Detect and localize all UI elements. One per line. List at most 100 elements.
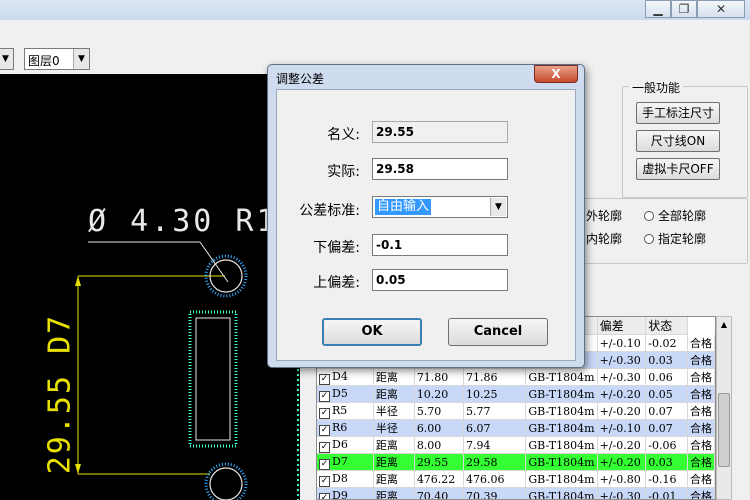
- column-header[interactable]: 偏差: [597, 317, 647, 335]
- cell-type: 距离: [373, 385, 415, 403]
- lower-deviation-field[interactable]: -0.1: [372, 234, 508, 256]
- table-row[interactable]: ✓ D4 距离 71.80 71.86 GB-T1804m +/-0.30 0.06 合格: [317, 368, 715, 386]
- minimize-icon: ▁: [653, 2, 663, 16]
- maximize-button[interactable]: ❐: [671, 0, 697, 18]
- cell-type: 半径: [373, 402, 415, 420]
- checkbox-icon[interactable]: ✓: [319, 407, 330, 419]
- cell-nominal: 29.55: [414, 453, 464, 471]
- actual-label: 实际:: [327, 164, 360, 180]
- radio-outer-label: 外轮廓: [586, 209, 623, 223]
- window-close-button[interactable]: ✕: [697, 0, 745, 18]
- row-id: D7: [332, 454, 348, 468]
- dialog-title: 调整公差: [276, 72, 325, 86]
- cell-std: GB-T1804m: [525, 436, 598, 454]
- minimize-button[interactable]: ▁: [645, 0, 671, 18]
- dimension-annotation: 29.55 D7: [40, 304, 80, 484]
- table-row[interactable]: ✓ D6 距离 8.00 7.94 GB-T1804m +/-0.20 -0.06 合格: [317, 436, 715, 454]
- tolerance-standard-select[interactable]: 自由输入 ▼: [372, 196, 508, 218]
- radio-specified-contour[interactable]: 指定轮廓: [644, 230, 706, 247]
- tolerance-standard-label: 公差标准:: [299, 203, 360, 219]
- row-id: D6: [332, 437, 348, 451]
- cell-actual: 7.94: [463, 436, 527, 454]
- row-id: R6: [332, 420, 348, 434]
- row-checkbox-cell[interactable]: ✓ D7: [317, 453, 374, 471]
- table-row[interactable]: ✓ D7 距离 29.55 29.58 GB-T1804m +/-0.20 0.03 合格: [317, 453, 715, 471]
- row-checkbox-cell[interactable]: ✓ D9: [317, 487, 374, 500]
- checkbox-icon[interactable]: ✓: [319, 458, 330, 470]
- cell-tol: +/-0.10: [597, 334, 647, 352]
- cell-actual: 476.06: [463, 470, 527, 488]
- checkbox-icon[interactable]: ✓: [319, 424, 330, 436]
- actual-field[interactable]: 29.58: [372, 158, 508, 180]
- row-checkbox-cell[interactable]: ✓ D5: [317, 385, 374, 403]
- maximize-icon: ❐: [678, 2, 690, 16]
- radio-dot: [644, 211, 654, 221]
- cell-type: 距离: [373, 453, 415, 471]
- cell-tol: +/-0.30: [597, 351, 647, 369]
- row-checkbox-cell[interactable]: ✓ R5: [317, 402, 374, 420]
- cell-tol: +/-0.10: [597, 419, 647, 437]
- radio-specified-label: 指定轮廓: [658, 232, 707, 246]
- cell-actual: 71.86: [463, 368, 527, 386]
- row-id: R5: [332, 403, 348, 417]
- table-row[interactable]: ✓ D9 距离 70.40 70.39 GB-T1804m +/-0.30 -0.01 合格: [317, 487, 715, 500]
- table-row[interactable]: ✓ D5 距离 10.20 10.25 GB-T1804m +/-0.20 0.05 合格: [317, 385, 715, 403]
- scroll-up-icon[interactable]: ▲: [717, 317, 731, 333]
- virtual-caliper-button[interactable]: 虚拟卡尺OFF: [636, 158, 720, 180]
- cell-type: 距离: [373, 368, 415, 386]
- checkbox-icon[interactable]: ✓: [319, 390, 330, 402]
- radio-inner-contour[interactable]: 内轮廓: [586, 230, 622, 247]
- table-row[interactable]: ✓ R5 半径 5.70 5.77 GB-T1804m +/-0.20 0.07 合格: [317, 402, 715, 420]
- ok-button[interactable]: OK: [322, 318, 422, 346]
- menu-area: [0, 20, 750, 44]
- cell-type: 距离: [373, 470, 415, 488]
- checkbox-icon[interactable]: ✓: [319, 475, 330, 487]
- toolbar-combo-left[interactable]: ▼: [0, 48, 14, 70]
- cell-status: 合格: [687, 470, 715, 488]
- table-row[interactable]: ✓ D8 距离 476.22 476.06 GB-T1804m +/-0.80 -0.16 合格: [317, 470, 715, 488]
- chevron-down-icon: ▼: [73, 49, 89, 69]
- toolbar: ▼ 图层0 ▼: [0, 44, 300, 74]
- cell-std: GB-T1804m: [525, 385, 598, 403]
- checkbox-icon[interactable]: ✓: [319, 492, 330, 499]
- layer-select[interactable]: 图层0 ▼: [24, 48, 90, 70]
- checkbox-icon[interactable]: ✓: [319, 373, 330, 385]
- cell-status: 合格: [687, 368, 715, 386]
- row-checkbox-cell[interactable]: ✓ D8: [317, 470, 374, 488]
- cad-canvas[interactable]: Ø 4.30 R1 29.55 D7: [0, 74, 300, 500]
- dimension-line-button[interactable]: 尺寸线ON: [636, 130, 720, 152]
- nominal-field: 29.55: [372, 121, 508, 143]
- cell-dev: 0.03: [645, 453, 688, 471]
- row-id: D4: [332, 369, 348, 383]
- cell-std: GB-T1804m: [525, 470, 598, 488]
- cell-nominal: 8.00: [414, 436, 464, 454]
- window-title-bar: [0, 0, 750, 20]
- dimension-annotation-text: 29.55 D7: [42, 313, 78, 475]
- cell-dev: -0.16: [645, 470, 688, 488]
- cell-tol: +/-0.20: [597, 402, 647, 420]
- cell-status: 合格: [687, 453, 715, 471]
- radio-all-contour[interactable]: 全部轮廓: [644, 207, 706, 224]
- column-header[interactable]: 状态: [645, 317, 688, 335]
- cell-nominal: 6.00: [414, 419, 464, 437]
- row-checkbox-cell[interactable]: ✓ D4: [317, 368, 374, 386]
- dialog-close-button[interactable]: X: [534, 65, 578, 83]
- radio-outer-contour[interactable]: 外轮廓: [586, 207, 622, 224]
- table-scrollbar[interactable]: ▲: [716, 316, 732, 500]
- row-id: D9: [332, 488, 348, 500]
- cell-nominal: 5.70: [414, 402, 464, 420]
- checkbox-icon[interactable]: ✓: [319, 441, 330, 453]
- manual-dimension-button[interactable]: 手工标注尺寸: [636, 102, 720, 124]
- row-checkbox-cell[interactable]: ✓ D6: [317, 436, 374, 454]
- table-row[interactable]: ✓ R6 半径 6.00 6.07 GB-T1804m +/-0.10 0.07 合格: [317, 419, 715, 437]
- upper-deviation-field[interactable]: 0.05: [372, 269, 508, 291]
- cell-tol: +/-0.80: [597, 470, 647, 488]
- cell-actual: 70.39: [463, 487, 527, 499]
- row-checkbox-cell[interactable]: ✓ R6: [317, 419, 374, 437]
- cell-tol: +/-0.20: [597, 436, 647, 454]
- cancel-button[interactable]: Cancel: [448, 318, 548, 346]
- cell-status: 合格: [687, 351, 715, 369]
- cell-nominal: 70.40: [414, 487, 464, 499]
- layer-select-value: 图层0: [28, 54, 60, 68]
- scroll-thumb[interactable]: [718, 393, 730, 467]
